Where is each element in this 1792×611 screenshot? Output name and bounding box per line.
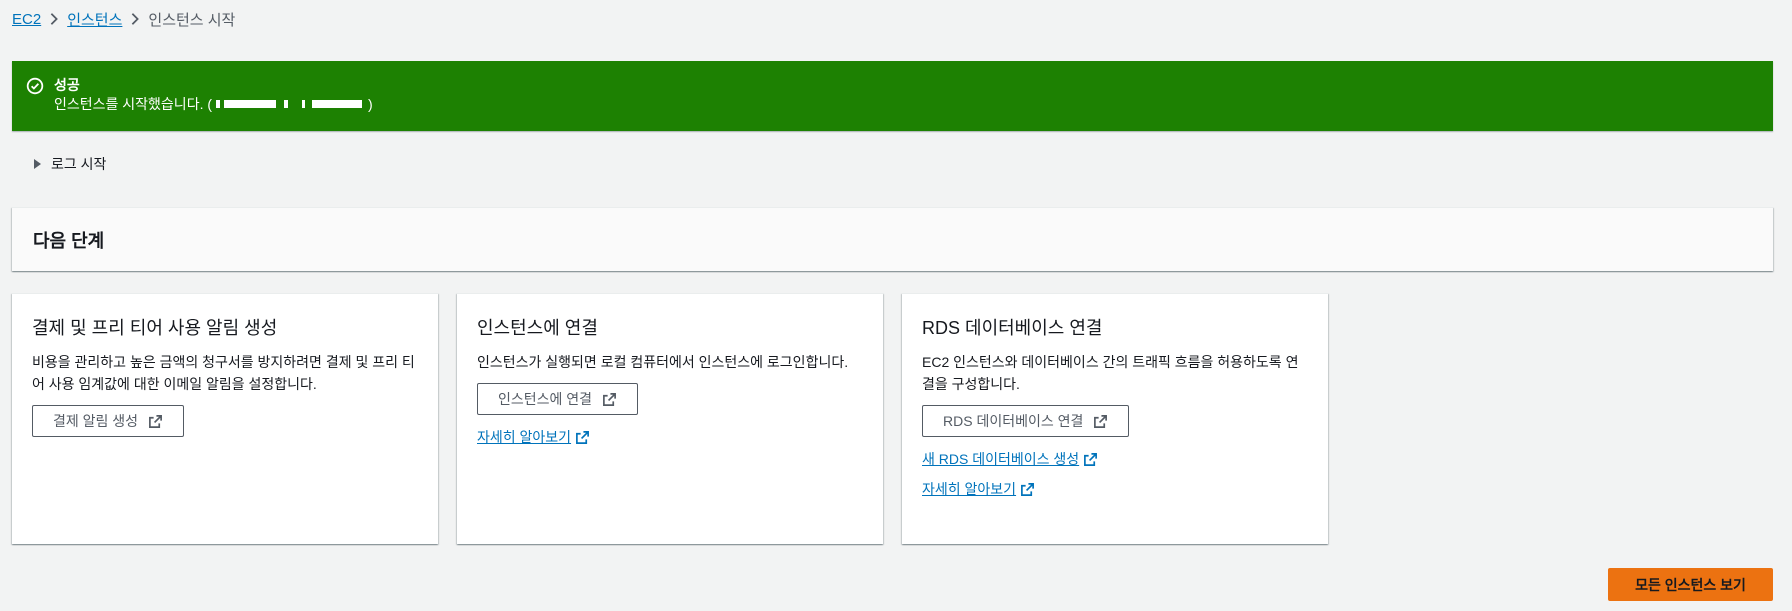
next-steps-cards: 결제 및 프리 티어 사용 알림 생성 비용을 관리하고 높은 금액의 청구서를… — [12, 293, 1773, 544]
chevron-right-icon — [122, 12, 148, 26]
button-label: 인스턴스에 연결 — [498, 391, 593, 407]
external-link-icon — [149, 414, 163, 428]
card-billing-alert: 결제 및 프리 티어 사용 알림 생성 비용을 관리하고 높은 금액의 청구서를… — [12, 293, 438, 544]
next-steps-header: 다음 단계 — [12, 207, 1773, 271]
card-title: RDS 데이터베이스 연결 — [922, 318, 1103, 338]
redacted-instance-id — [214, 98, 366, 110]
link-label: 자세히 알아보기 — [922, 481, 1017, 497]
link-label: 새 RDS 데이터베이스 생성 — [922, 451, 1080, 467]
link-label: 자세히 알아보기 — [477, 429, 572, 445]
chevron-right-icon — [41, 12, 67, 26]
card-rds-connect: RDS 데이터베이스 연결 EC2 인스턴스와 데이터베이스 간의 트래픽 흐름… — [902, 293, 1328, 544]
card-title: 결제 및 프리 티어 사용 알림 생성 — [32, 318, 278, 338]
flash-title: 성공 — [54, 77, 80, 93]
learn-more-link[interactable]: 자세히 알아보기 — [477, 427, 590, 447]
connect-instance-button[interactable]: 인스턴스에 연결 — [477, 383, 639, 415]
button-label: RDS 데이터베이스 연결 — [943, 413, 1084, 429]
breadcrumb-instances-link[interactable]: 인스턴스 — [67, 9, 122, 30]
button-label: 결제 알림 생성 — [53, 413, 139, 429]
card-description: EC2 인스턴스와 데이터베이스 간의 트래픽 흐름을 허용하도록 연결을 구성… — [922, 354, 1299, 392]
caret-right-icon — [34, 159, 41, 169]
launch-log-toggle[interactable]: 로그 시작 — [34, 155, 1773, 173]
card-title: 인스턴스에 연결 — [477, 318, 598, 338]
external-link-icon — [603, 392, 617, 406]
breadcrumb-current: 인스턴스 시작 — [148, 11, 236, 29]
next-steps-title: 다음 단계 — [33, 230, 105, 251]
success-flashbar: 성공 인스턴스를 시작했습니다. ( ) — [12, 61, 1773, 131]
launch-instance-result-page: EC2 인스턴스 인스턴스 시작 성공 인스턴스를 시작했습니다. () 로그… — [0, 0, 1792, 611]
breadcrumb: EC2 인스턴스 인스턴스 시작 — [12, 0, 1773, 36]
flash-message-end: ) — [368, 96, 373, 112]
create-rds-database-link[interactable]: 새 RDS 데이터베이스 생성 — [922, 449, 1098, 469]
card-connect-instance: 인스턴스에 연결 인스턴스가 실행되면 로컬 컴퓨터에서 인스턴스에 로그인합니… — [457, 293, 883, 544]
connect-rds-database-button[interactable]: RDS 데이터베이스 연결 — [922, 405, 1130, 437]
card-description: 비용을 관리하고 높은 금액의 청구서를 방지하려면 결제 및 프리 티어 사용… — [32, 354, 415, 392]
flash-message-text: 인스턴스를 시작했습니다. ( — [54, 96, 213, 112]
create-billing-alert-button[interactable]: 결제 알림 생성 — [32, 405, 185, 437]
view-all-instances-button[interactable]: 모든 인스턴스 보기 — [1608, 568, 1773, 601]
flash-message: 인스턴스를 시작했습니다. ( ) — [54, 94, 373, 114]
launch-log-label: 로그 시작 — [51, 156, 107, 172]
card-description: 인스턴스가 실행되면 로컬 컴퓨터에서 인스턴스에 로그인합니다. — [477, 354, 849, 370]
breadcrumb-ec2-link[interactable]: EC2 — [12, 11, 41, 28]
external-link-icon — [576, 430, 590, 444]
external-link-icon — [1084, 452, 1098, 466]
external-link-icon — [1021, 482, 1035, 496]
external-link-icon — [1094, 414, 1108, 428]
check-circle-icon — [26, 77, 44, 95]
learn-more-link[interactable]: 자세히 알아보기 — [922, 479, 1035, 499]
